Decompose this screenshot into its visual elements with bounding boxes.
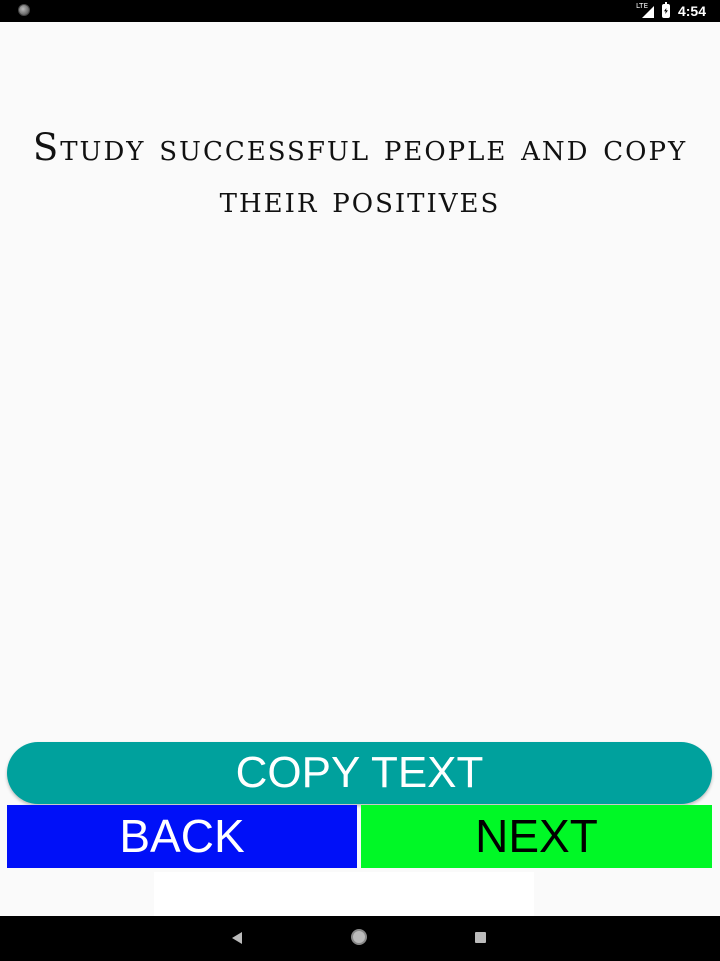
status-icons: LTE 4:54 [636, 2, 706, 20]
ad-banner[interactable] [154, 872, 534, 916]
battery-charging-icon [661, 2, 670, 18]
navigation-bar [0, 916, 720, 961]
quote-text: Study successful people and copy their p… [32, 126, 688, 221]
notification-dot-icon [18, 4, 30, 16]
nav-recents-icon[interactable] [475, 932, 486, 943]
signal-icon [641, 6, 654, 18]
back-button[interactable]: BACK [7, 805, 357, 868]
nav-home-icon[interactable] [351, 929, 367, 945]
copy-text-button[interactable]: COPY TEXT [7, 742, 712, 804]
signal-indicator: LTE [636, 2, 654, 19]
next-button[interactable]: NEXT [361, 805, 712, 868]
nav-back-icon[interactable] [232, 932, 242, 944]
status-clock: 4:54 [677, 3, 706, 19]
status-bar: LTE 4:54 [0, 0, 720, 22]
